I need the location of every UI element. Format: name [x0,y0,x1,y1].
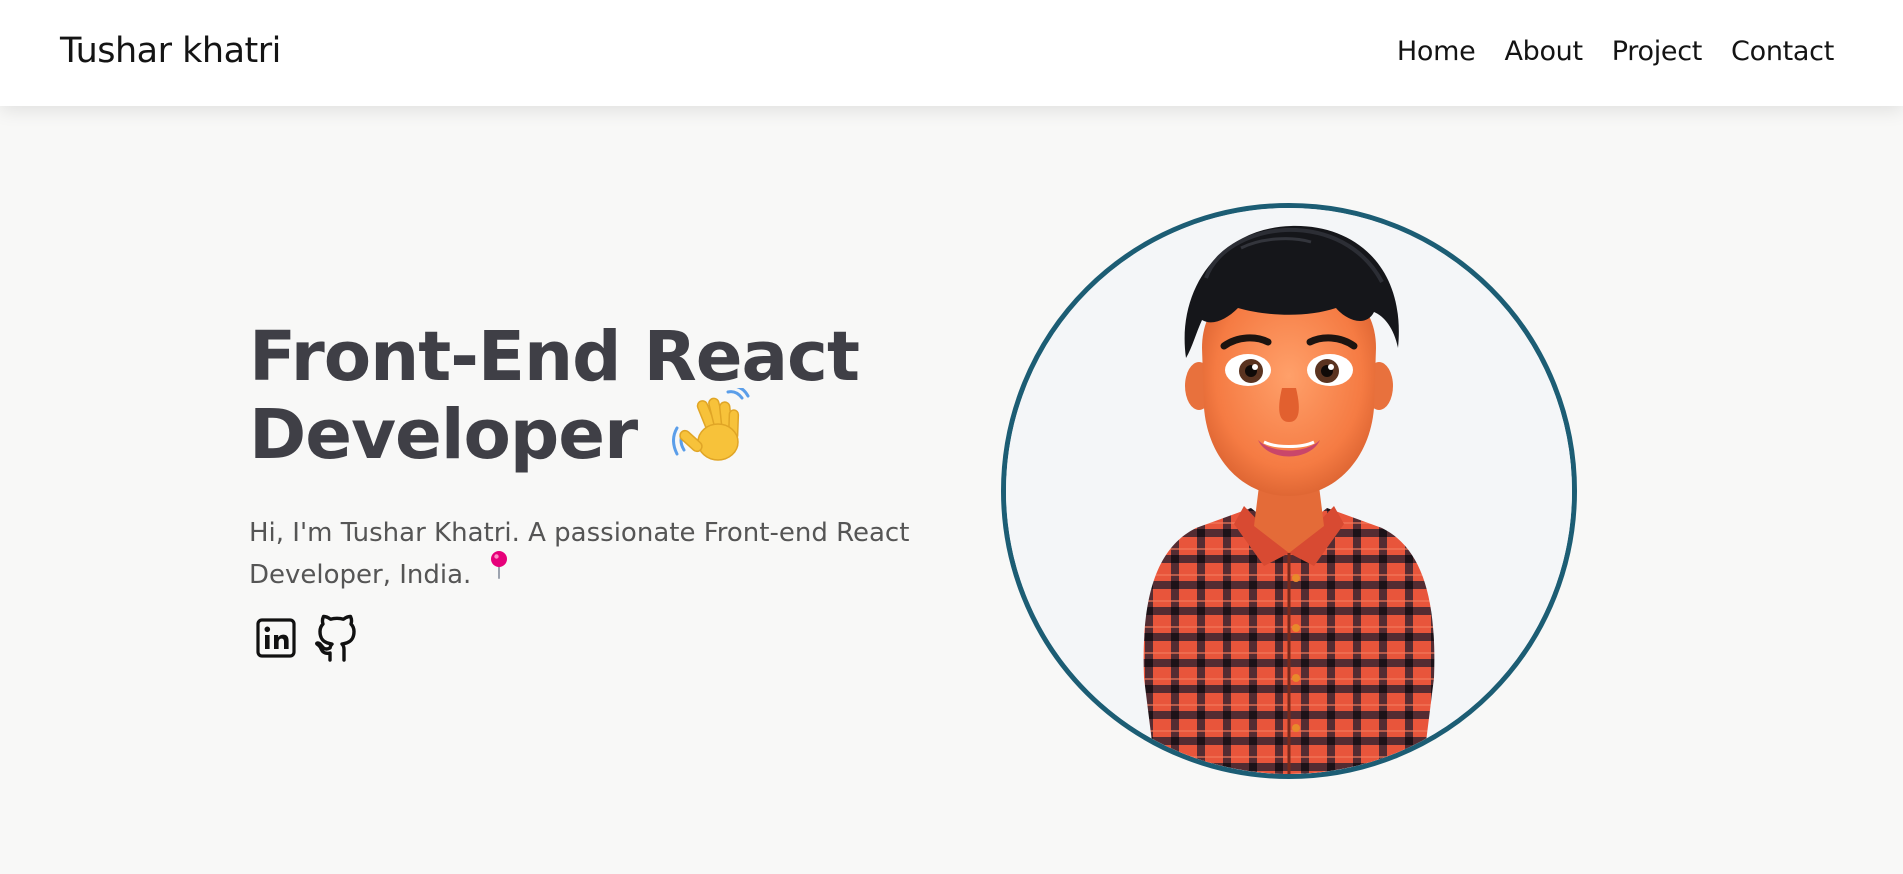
linkedin-link[interactable] [255,617,297,659]
nav-link-project[interactable]: Project [1612,36,1703,67]
headline-line-2: Developer [249,395,638,476]
github-icon [313,614,361,667]
headline-line-1: Front-End React [249,317,860,397]
cartoon-boy-illustration [1006,208,1572,774]
linkedin-icon [255,618,297,663]
hero-description: Hi, I'm Tushar Khatri. A passionate Fron… [249,512,949,597]
round-pushpin-icon [490,550,508,593]
navbar: Tushar khatri Home About Project Contact [0,0,1903,106]
nav-links: Home About Project Contact [1397,36,1834,67]
social-links [249,613,949,663]
github-link[interactable] [313,613,361,663]
nav-link-about[interactable]: About [1504,36,1583,67]
waving-hand-icon [672,384,750,478]
nav-link-home[interactable]: Home [1397,36,1476,67]
profile-avatar [1001,203,1577,779]
description-text: Hi, I'm Tushar Khatri. A passionate Fron… [249,518,910,590]
hero-headline: Front-End React Developer [249,320,949,484]
hero-section: Front-End React Developer Hi, I'm Tushar… [249,320,949,663]
brand-logo[interactable]: Tushar khatri [60,31,281,71]
nav-link-contact[interactable]: Contact [1731,36,1834,67]
